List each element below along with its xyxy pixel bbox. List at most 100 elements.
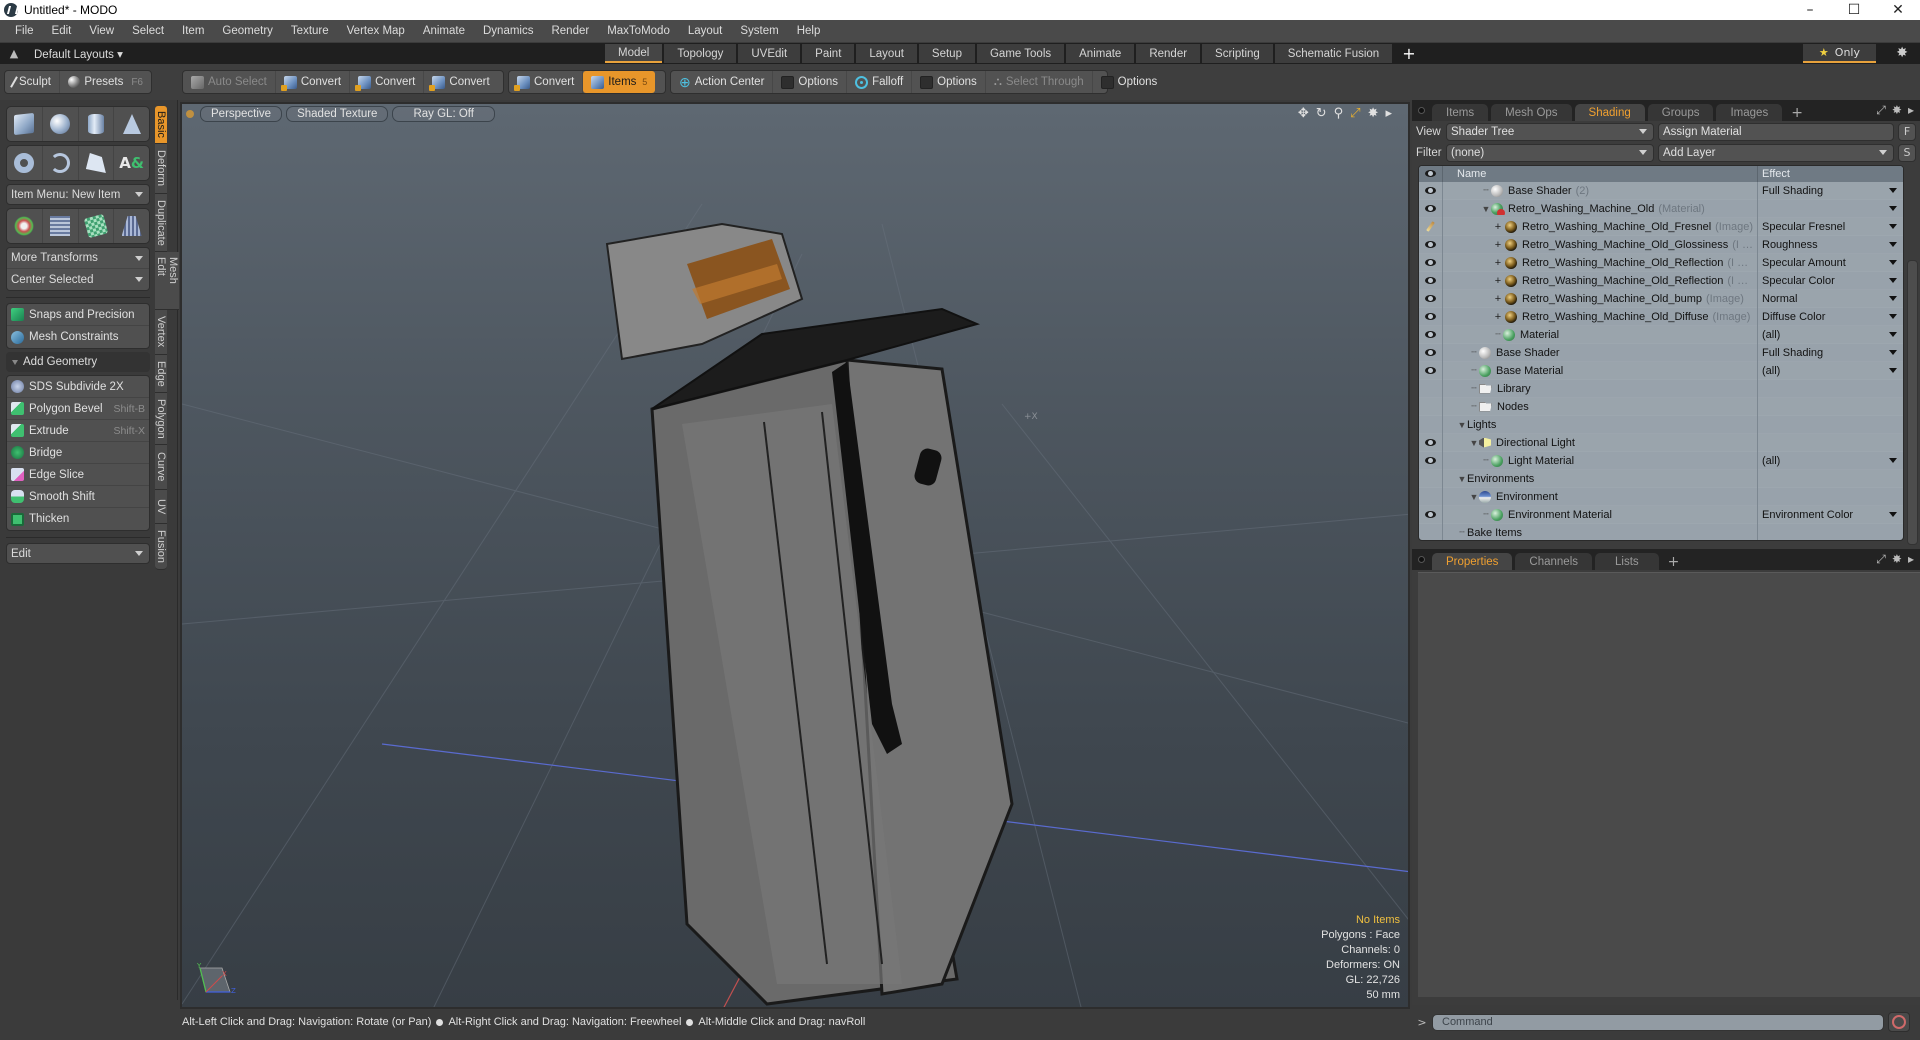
tab-images[interactable]: Images: [1716, 104, 1783, 121]
effect-dropdown-arrow-icon[interactable]: [1889, 242, 1897, 247]
gear-icon[interactable]: ✸: [1892, 552, 1902, 567]
edit-dropdown[interactable]: Edit: [6, 543, 150, 564]
vtab-curve[interactable]: Curve: [155, 445, 167, 490]
falloff-options-button[interactable]: Options: [912, 71, 986, 93]
collapse-triangle-icon[interactable]: ▼: [1457, 420, 1467, 430]
shader-tree-row[interactable]: ┄ Library: [1419, 379, 1903, 398]
sds-subdivide-button[interactable]: SDS Subdivide 2X: [7, 376, 149, 398]
add-tab-button[interactable]: +: [1785, 104, 1809, 121]
expand-plus-icon[interactable]: +: [1493, 293, 1503, 305]
text-tool[interactable]: A&: [114, 146, 149, 180]
menu-file[interactable]: File: [6, 25, 43, 37]
menu-system[interactable]: System: [731, 25, 787, 37]
more-transforms-dropdown[interactable]: More Transforms: [7, 248, 149, 269]
layout-tab-uvedit[interactable]: UVEdit: [738, 44, 801, 63]
collapse-triangle-icon[interactable]: ▼: [1469, 492, 1479, 502]
effect-column-header[interactable]: Effect: [1757, 166, 1790, 182]
effect-dropdown-arrow-icon[interactable]: [1889, 368, 1897, 373]
transform-tool[interactable]: [7, 209, 43, 243]
layout-tab-schematic-fusion[interactable]: Schematic Fusion: [1274, 44, 1393, 63]
shader-tree-row[interactable]: + Retro_Washing_Machine_Old_Glossiness (I …: [1419, 235, 1903, 254]
menu-select[interactable]: Select: [123, 25, 173, 37]
vtab-duplicate[interactable]: Duplicate: [155, 194, 167, 252]
vtab-deform[interactable]: Deform: [155, 144, 167, 194]
visibility-toggle[interactable]: [1419, 523, 1443, 540]
shader-tree-row[interactable]: ▼ Environment: [1419, 487, 1903, 506]
edge-slice-button[interactable]: Edge Slice: [7, 464, 149, 486]
vtab-basic[interactable]: Basic: [155, 106, 167, 144]
thicken-button[interactable]: Thicken: [7, 508, 149, 530]
viewport-pin-icon[interactable]: [186, 110, 194, 118]
item-menu-dropdown[interactable]: Item Menu: New Item: [6, 184, 150, 205]
effect-dropdown-arrow-icon[interactable]: [1889, 260, 1897, 265]
viewport-expand-icon[interactable]: ▸: [1385, 106, 1392, 121]
menu-texture[interactable]: Texture: [282, 25, 338, 37]
menu-edit[interactable]: Edit: [43, 25, 81, 37]
shader-tree-row[interactable]: + Retro_Washing_Machine_Old_Diffuse (Image…: [1419, 307, 1903, 326]
menu-geometry[interactable]: Geometry: [213, 25, 282, 37]
visibility-toggle[interactable]: [1419, 181, 1443, 200]
menu-maxtomodo[interactable]: MaxToModo: [598, 25, 679, 37]
mesh-grid-tool[interactable]: [43, 209, 79, 243]
cube-tool[interactable]: [7, 107, 43, 141]
only-toggle[interactable]: ★ Only: [1802, 44, 1876, 63]
visibility-toggle[interactable]: [1419, 325, 1443, 344]
minimize-button[interactable]: –: [1788, 0, 1832, 20]
visibility-toggle[interactable]: [1419, 307, 1443, 326]
effect-cell[interactable]: (all): [1757, 325, 1903, 344]
shader-tree-row[interactable]: + Retro_Washing_Machine_Old_bump (Image) No…: [1419, 289, 1903, 308]
layout-tab-model[interactable]: Model: [605, 44, 663, 63]
menu-vertex-map[interactable]: Vertex Map: [338, 25, 414, 37]
collapse-triangle-icon[interactable]: ▼: [1457, 474, 1467, 484]
tab-mesh-ops[interactable]: Mesh Ops: [1491, 104, 1572, 121]
effect-cell[interactable]: (all): [1757, 361, 1903, 380]
effect-cell[interactable]: Normal: [1757, 289, 1903, 308]
filter-dropdown[interactable]: (none): [1446, 143, 1654, 162]
layout-tab-render[interactable]: Render: [1136, 44, 1201, 63]
collapse-triangle-icon[interactable]: ▼: [1469, 438, 1479, 448]
collapse-triangle-icon[interactable]: ▼: [1481, 204, 1491, 214]
cylinder-tool[interactable]: [79, 107, 115, 141]
effect-cell[interactable]: Diffuse Color: [1757, 307, 1903, 326]
falloff-button[interactable]: Falloff: [847, 71, 913, 93]
vtab-edge[interactable]: Edge: [155, 355, 167, 393]
visibility-toggle[interactable]: [1419, 469, 1443, 488]
action-center-button[interactable]: ⊕ Action Center: [671, 71, 774, 93]
effect-cell[interactable]: Specular Color: [1757, 271, 1903, 290]
panel-pin-icon[interactable]: [1418, 556, 1425, 563]
effect-dropdown-arrow-icon[interactable]: [1889, 332, 1897, 337]
effect-dropdown-arrow-icon[interactable]: [1889, 224, 1897, 229]
spiral-tool[interactable]: [43, 146, 79, 180]
add-geometry-header[interactable]: Add Geometry: [6, 352, 150, 372]
taper-tool[interactable]: [114, 209, 149, 243]
snaps-and-precision-button[interactable]: Snaps and Precision: [7, 304, 149, 326]
ray-gl-button[interactable]: Ray GL: Off: [392, 106, 495, 122]
layout-tab-paint[interactable]: Paint: [802, 44, 855, 63]
effect-cell[interactable]: Specular Amount: [1757, 253, 1903, 272]
action-center-options-button[interactable]: Options: [773, 71, 848, 93]
expand-plus-icon[interactable]: +: [1493, 221, 1503, 233]
vtab-mesh-edit[interactable]: Mesh Edit: [155, 252, 179, 310]
layout-tab-layout[interactable]: Layout: [856, 44, 917, 63]
smooth-shift-button[interactable]: Smooth Shift: [7, 486, 149, 508]
expand-plus-icon[interactable]: +: [1493, 275, 1503, 287]
expand-icon[interactable]: ⤢: [1876, 552, 1886, 567]
torus-tool[interactable]: [7, 146, 43, 180]
shader-tree-row[interactable]: ▼ Directional Light: [1419, 433, 1903, 452]
view-dropdown[interactable]: Shader Tree: [1446, 122, 1654, 141]
shading-mode-button[interactable]: Shaded Texture: [286, 106, 389, 122]
viewport-settings-icon[interactable]: ✸: [1368, 106, 1379, 121]
sphere-tool[interactable]: [43, 107, 79, 141]
vtab-vertex[interactable]: Vertex: [155, 310, 167, 355]
menu-view[interactable]: View: [80, 25, 123, 37]
visibility-toggle[interactable]: [1419, 379, 1443, 398]
select-through-button[interactable]: ⛬ Select Through: [986, 71, 1093, 93]
tab-channels[interactable]: Channels: [1515, 553, 1593, 570]
items-mode-button[interactable]: Items 5: [583, 71, 656, 93]
effect-dropdown-arrow-icon[interactable]: [1889, 314, 1897, 319]
expand-plus-icon[interactable]: +: [1493, 239, 1503, 251]
visibility-toggle[interactable]: [1419, 433, 1443, 452]
effect-cell[interactable]: Roughness: [1757, 235, 1903, 254]
visibility-column-header[interactable]: [1419, 166, 1443, 182]
effect-cell[interactable]: Environment Color: [1757, 505, 1903, 524]
